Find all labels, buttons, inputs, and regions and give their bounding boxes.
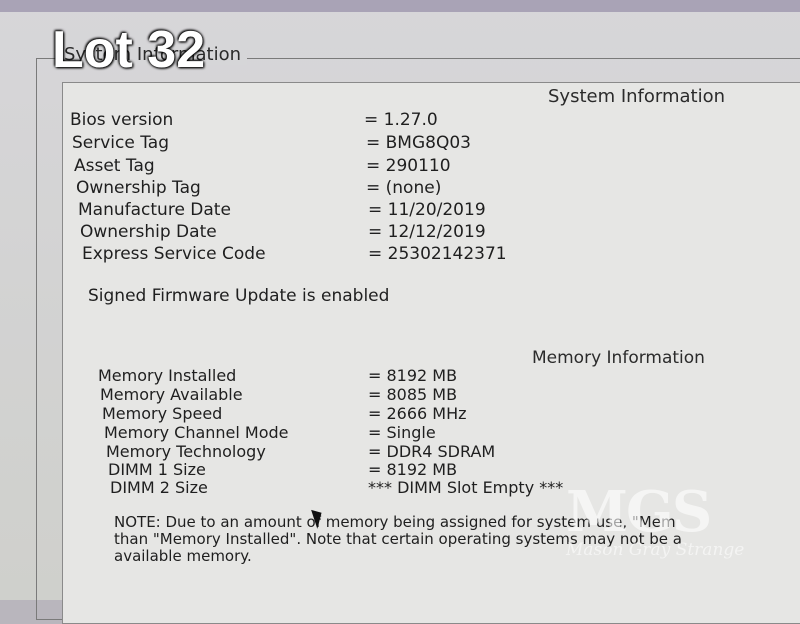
row-label: DIMM 1 Size xyxy=(108,460,206,479)
row-value: = 11/20/2019 xyxy=(368,200,486,220)
row-label: Memory Technology xyxy=(106,442,266,461)
row-value: = Single xyxy=(368,423,436,442)
system-info-heading: System Information xyxy=(548,86,726,107)
row-label: Service Tag xyxy=(72,133,170,153)
row-value: = 8192 MB xyxy=(368,366,458,385)
row-label: Ownership Tag xyxy=(76,178,201,198)
row-value: = 8192 MB xyxy=(368,460,458,479)
watermark: MGS Mason Gray Strange xyxy=(566,479,745,560)
row-value: = 2666 MHz xyxy=(368,404,467,423)
row-value: = 1.27.0 xyxy=(364,110,438,130)
row-value: = 8085 MB xyxy=(368,385,458,404)
lot-label: Lot 32 xyxy=(52,21,206,79)
row-label: Express Service Code xyxy=(82,244,266,264)
row-label: Bios version xyxy=(70,110,174,130)
row-value: = DDR4 SDRAM xyxy=(368,442,496,461)
row-label: DIMM 2 Size xyxy=(110,478,208,497)
firmware-status: Signed Firmware Update is enabled xyxy=(88,286,390,306)
row-value: = 25302142371 xyxy=(368,244,507,264)
row-label: Asset Tag xyxy=(74,156,155,176)
row-value: = (none) xyxy=(366,178,442,198)
row-value: *** DIMM Slot Empty *** xyxy=(368,478,564,497)
row-label: Memory Speed xyxy=(102,404,223,423)
row-label: Memory Available xyxy=(100,385,243,404)
watermark-subtitle: Mason Gray Strange xyxy=(566,540,745,560)
watermark-logo: MGS xyxy=(566,479,712,545)
memory-info-heading: Memory Information xyxy=(532,348,705,368)
row-label: Ownership Date xyxy=(80,222,217,242)
row-value: = 290110 xyxy=(366,156,451,176)
top-border xyxy=(0,0,800,12)
row-label: Memory Channel Mode xyxy=(104,423,289,442)
row-value: = BMG8Q03 xyxy=(366,133,471,153)
row-label: Manufacture Date xyxy=(78,200,231,220)
row-value: = 12/12/2019 xyxy=(368,222,486,242)
row-label: Memory Installed xyxy=(98,366,237,385)
